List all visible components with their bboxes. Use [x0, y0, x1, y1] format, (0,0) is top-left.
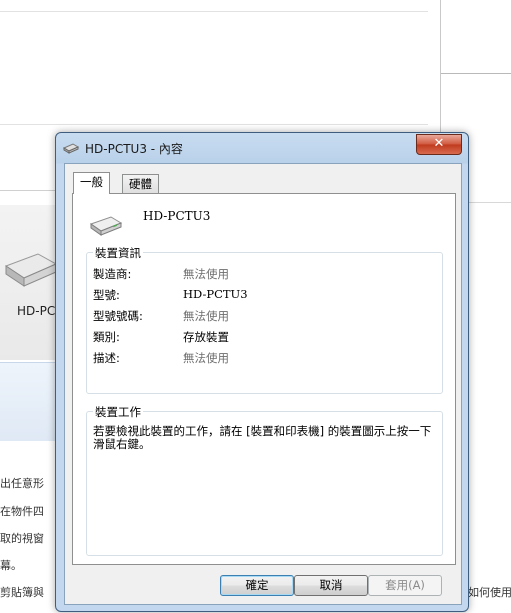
model-number-value: 無法使用 — [183, 309, 229, 323]
background-text: 幕。 — [0, 559, 22, 572]
divider — [0, 124, 428, 125]
close-button[interactable]: ✕ — [416, 134, 462, 155]
model-value: HD-PCTU3 — [183, 287, 248, 301]
background-text: 如何使用 — [468, 586, 511, 599]
background-text: 取的視窗 — [0, 532, 44, 545]
background-text: 在物件四 — [0, 505, 44, 518]
background-text: 出任意形 — [0, 477, 44, 490]
group-title: 裝置資訊 — [93, 245, 143, 261]
apply-button[interactable]: 套用(A) — [368, 575, 442, 596]
drive-icon — [63, 143, 79, 154]
device-name: HD-PCTU3 — [143, 209, 211, 223]
cancel-button[interactable]: 取消 — [294, 575, 368, 596]
close-icon: ✕ — [433, 136, 445, 151]
background-text: 剪貼簿與 — [0, 586, 44, 599]
manufacturer-label: 製造商: — [93, 267, 132, 281]
selection-band — [0, 362, 60, 441]
description-label: 描述: — [93, 351, 120, 365]
divider — [441, 73, 511, 74]
hard-drive-icon[interactable] — [2, 250, 58, 290]
manufacturer-value: 無法使用 — [183, 267, 229, 281]
general-tab-panel: HD-PCTU3 裝置資訊 製造商: 無法使用 型號: HD-PCTU3 型號號… — [72, 193, 456, 565]
model-label: 型號: — [93, 288, 120, 302]
device-label[interactable]: HD-PC — [17, 304, 55, 318]
tab-general[interactable]: 一般 — [73, 172, 110, 194]
divider — [468, 202, 511, 203]
hard-drive-icon — [89, 216, 123, 236]
category-value: 存放裝置 — [183, 330, 229, 344]
description-value: 無法使用 — [183, 351, 229, 365]
divider — [0, 11, 428, 12]
window-title: HD-PCTU3 - 內容 — [85, 142, 183, 156]
dialog-body: 一般 硬體 HD-PCTU3 裝置資訊 製造商: 無法使用 型號: HD-PCT… — [64, 163, 462, 605]
category-label: 類別: — [93, 330, 120, 344]
title-bar[interactable]: HD-PCTU3 - 內容 ✕ — [56, 133, 468, 161]
model-number-label: 型號號碼: — [93, 309, 143, 323]
device-tasks-group: 裝置工作 若要檢視此裝置的工作，請在 [裝置和印表機] 的裝置圖示上按一下滑鼠右… — [86, 404, 443, 556]
device-info-group: 裝置資訊 製造商: 無法使用 型號: HD-PCTU3 型號號碼: 無法使用 類… — [86, 245, 443, 394]
ok-button[interactable]: 確定 — [220, 575, 294, 596]
tab-hardware[interactable]: 硬體 — [122, 174, 159, 194]
group-title: 裝置工作 — [93, 404, 143, 420]
tasks-help-text: 若要檢視此裝置的工作，請在 [裝置和印表機] 的裝置圖示上按一下滑鼠右鍵。 — [93, 424, 432, 451]
properties-dialog: HD-PCTU3 - 內容 ✕ 一般 硬體 HD-PCTU3 裝置資訊 製造商:… — [55, 132, 469, 612]
